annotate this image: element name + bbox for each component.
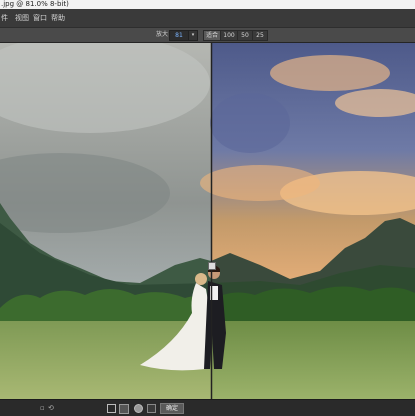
zoom-50-button[interactable]: 50 — [237, 30, 253, 41]
zoom-100-button[interactable]: 100 — [220, 30, 238, 41]
status-bar: ▫ ⟲ 确定 — [0, 399, 415, 416]
menu-window[interactable]: 窗口 — [33, 9, 47, 27]
image-preview-canvas[interactable] — [0, 43, 415, 399]
zoom-label: 放大 — [156, 31, 169, 38]
rotate-icon[interactable]: ⟲ — [48, 404, 54, 412]
fit-button[interactable]: 适合 — [203, 30, 221, 41]
mask-view-icon[interactable] — [134, 404, 143, 413]
fit-screen-icon[interactable]: ▫ — [40, 404, 45, 412]
menu-view[interactable]: 视图 — [15, 9, 29, 27]
zoom-input[interactable]: 81 — [169, 30, 189, 41]
zoom-toolbar: 放大 81 ▾ 适合 100 50 25 — [0, 27, 415, 43]
window-title: .jpg @ 81.0% 8-bit) — [1, 0, 69, 8]
zoom-25-button[interactable]: 25 — [252, 30, 268, 41]
window-title-bar: .jpg @ 81.0% 8-bit) — [0, 0, 415, 9]
confirm-button[interactable]: 确定 — [160, 403, 184, 414]
side-by-side-icon[interactable] — [147, 404, 156, 413]
menu-bar: 件 视图 窗口 帮助 — [0, 9, 415, 27]
before-after-photo — [0, 43, 415, 399]
zoom-dropdown-icon[interactable]: ▾ — [188, 30, 198, 41]
menu-help[interactable]: 帮助 — [51, 9, 65, 27]
compare-divider-handle[interactable] — [208, 262, 216, 270]
split-view-icon[interactable] — [119, 404, 129, 414]
menu-file[interactable]: 件 — [1, 9, 8, 27]
single-view-icon[interactable] — [107, 404, 116, 413]
